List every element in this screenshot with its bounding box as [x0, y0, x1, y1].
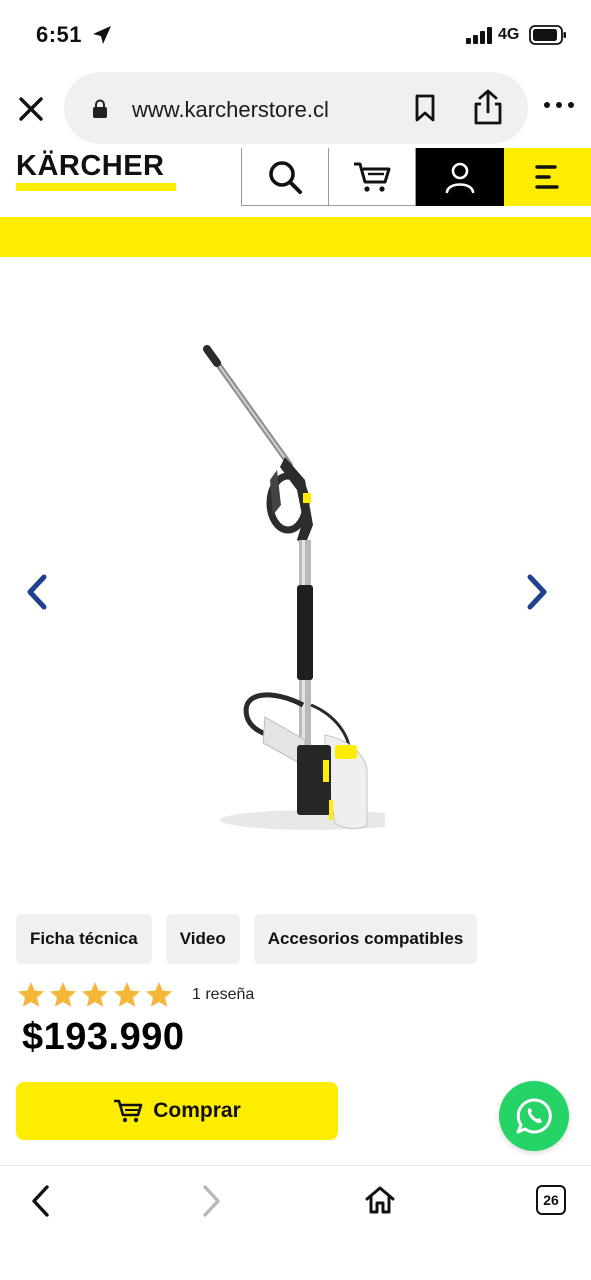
product-rating: 1 reseña	[16, 980, 254, 1010]
product-image	[203, 345, 385, 830]
network-type: 4G	[498, 26, 520, 43]
chevron-left-icon[interactable]	[22, 572, 52, 612]
share-icon[interactable]	[470, 88, 506, 126]
address-bar[interactable]: www.karcherstore.cl	[64, 72, 528, 144]
star-icon	[114, 982, 140, 1007]
lock-icon	[93, 99, 107, 118]
whatsapp-icon	[516, 1098, 552, 1134]
cellular-signal-icon	[466, 27, 492, 44]
location-arrow-icon	[93, 26, 111, 44]
search-icon	[269, 160, 302, 194]
tab-accesorios-compatibles[interactable]: Accesorios compatibles	[253, 914, 478, 964]
menu-icon	[534, 165, 559, 189]
cart-button[interactable]	[328, 148, 416, 206]
home-icon[interactable]	[364, 1184, 396, 1216]
browser-toolbar: 26	[0, 1165, 591, 1280]
status-bar: 6:51 4G	[0, 0, 591, 70]
more-icon[interactable]	[542, 98, 576, 112]
star-icon	[50, 982, 76, 1007]
whatsapp-button[interactable]	[499, 1081, 569, 1151]
product-tabs: Ficha técnica Video Accesorios compatibl…	[16, 914, 478, 964]
browser-bar: www.karcherstore.cl	[0, 70, 591, 148]
reviews-link[interactable]: 1 reseña	[192, 986, 254, 1004]
karcher-logo[interactable]: KÄRCHER	[16, 150, 176, 191]
star-icon	[146, 982, 172, 1007]
buy-button-label: Comprar	[153, 1099, 241, 1122]
bookmark-icon[interactable]	[414, 94, 436, 122]
tab-video[interactable]: Video	[165, 914, 240, 964]
forward-icon[interactable]	[198, 1184, 224, 1218]
product-price: $193.990	[22, 1016, 185, 1058]
star-rating	[16, 980, 174, 1010]
chevron-right-icon[interactable]	[522, 572, 552, 612]
star-icon	[82, 982, 108, 1007]
site-header: KÄRCHER	[0, 148, 591, 208]
user-icon	[445, 162, 475, 193]
tabs-icon[interactable]: 26	[536, 1185, 566, 1215]
account-button[interactable]	[416, 148, 504, 206]
close-icon[interactable]	[16, 94, 46, 124]
promo-band	[0, 217, 591, 257]
tab-count: 26	[543, 1192, 559, 1208]
search-button[interactable]	[241, 148, 329, 206]
cart-icon	[114, 1099, 143, 1123]
tab-ficha-tecnica[interactable]: Ficha técnica	[16, 914, 152, 964]
url-text: www.karcherstore.cl	[132, 97, 329, 122]
buy-button[interactable]: Comprar	[16, 1082, 338, 1140]
cart-icon	[354, 162, 391, 192]
battery-icon	[529, 25, 566, 45]
back-icon[interactable]	[28, 1184, 54, 1218]
menu-button[interactable]	[504, 148, 591, 206]
product-gallery	[0, 257, 591, 897]
star-icon	[18, 982, 44, 1007]
status-time: 6:51	[36, 22, 83, 47]
